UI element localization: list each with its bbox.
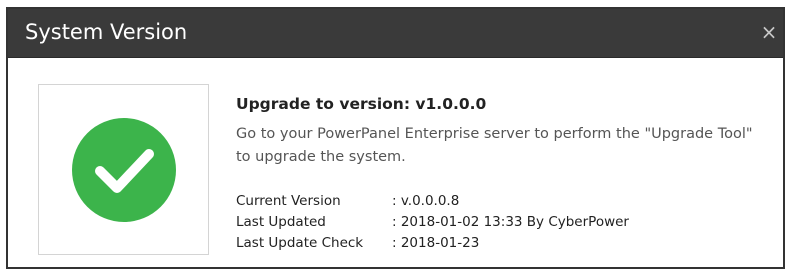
- detail-label: Current Version: [236, 193, 341, 209]
- detail-label: Last Update Check: [236, 235, 364, 251]
- upgrade-message: Go to your PowerPanel Enterprise server …: [236, 126, 753, 165]
- detail-row-current-version: Current Version : v.0.0.0.8: [236, 191, 629, 212]
- system-version-dialog: System Version × Upgrade to version: v1.…: [6, 7, 785, 269]
- detail-value: : v.0.0.0.8: [392, 193, 460, 209]
- status-icon-box: [38, 84, 209, 255]
- detail-label: Last Updated: [236, 214, 326, 230]
- dialog-title: System Version: [25, 20, 188, 44]
- detail-value: : 2018-01-02 13:33 By CyberPower: [392, 214, 629, 230]
- detail-value: : 2018-01-23: [392, 235, 480, 251]
- detail-row-last-update-check: Last Update Check : 2018-01-23: [236, 233, 629, 254]
- upgrade-heading: Upgrade to version: v1.0.0.0: [236, 95, 487, 113]
- check-circle-icon: [72, 118, 176, 222]
- detail-row-last-updated: Last Updated : 2018-01-02 13:33 By Cyber…: [236, 212, 629, 233]
- dialog-titlebar: System Version ×: [8, 9, 783, 58]
- close-button[interactable]: ×: [759, 21, 779, 43]
- version-details: Current Version : v.0.0.0.8 Last Updated…: [236, 191, 629, 254]
